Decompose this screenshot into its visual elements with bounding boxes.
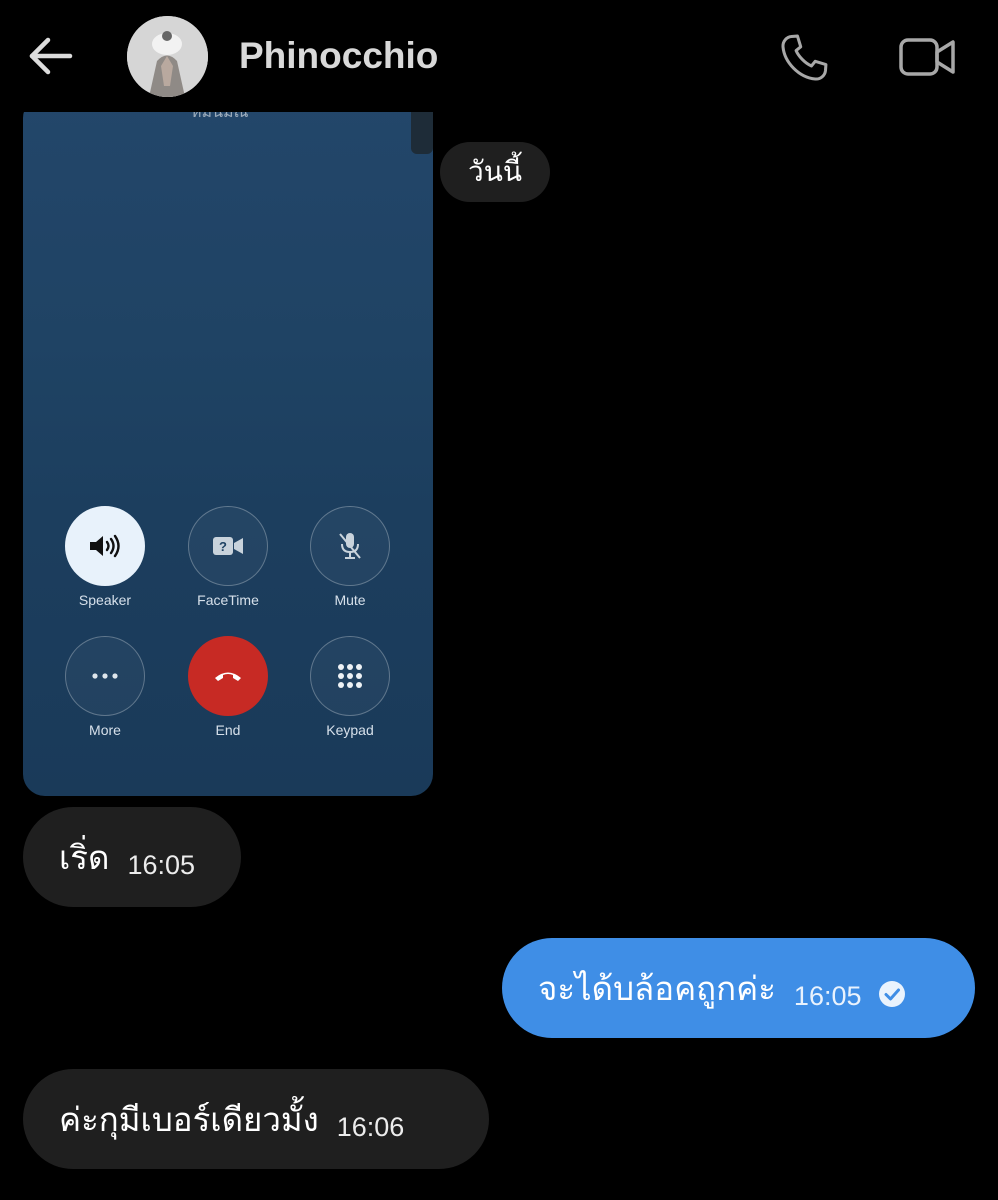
facetime-icon: ? (213, 537, 243, 555)
message-text: ค่ะกุมีเบอร์เดียวมั้ง (59, 1099, 319, 1139)
date-separator: วันนี้ (440, 142, 551, 202)
message-text: จะได้บล้อคถูกค่ะ (538, 968, 776, 1008)
end-call-icon (215, 672, 241, 681)
speaker-icon (90, 534, 120, 558)
back-button[interactable] (26, 34, 74, 78)
end-call-button: End (188, 636, 268, 738)
avatar[interactable] (127, 16, 208, 97)
keypad-button: Keypad (310, 636, 390, 738)
mic-off-icon (339, 533, 361, 559)
message-time: 16:05 (793, 980, 862, 1011)
svg-text:?: ? (219, 539, 227, 554)
message-time: 16:05 (127, 849, 196, 880)
message-bubble-outgoing[interactable]: จะได้บล้อคถูกค่ะ 16:05 (502, 938, 975, 1038)
voice-call-button[interactable] (776, 30, 832, 86)
video-camera-icon (899, 38, 955, 76)
facetime-button: ? FaceTime (188, 506, 268, 608)
more-button: More (65, 636, 145, 738)
arrow-left-icon (29, 37, 73, 75)
chat-header: Phinocchio (0, 0, 998, 112)
speaker-button: Speaker (65, 506, 145, 608)
message-bubble-incoming[interactable]: เริ่ด 16:05 (23, 807, 241, 907)
keypad-icon (338, 664, 362, 688)
read-check-icon (878, 981, 905, 1007)
message-bubble-incoming[interactable]: ค่ะกุมีเบอร์เดียวมั้ง 16:06 (23, 1069, 489, 1169)
phone-icon (781, 34, 828, 81)
call-controls: Speaker ? FaceTime Mute More End Keypad (23, 96, 433, 796)
mute-button: Mute (310, 506, 390, 608)
message-text: เริ่ด (59, 837, 110, 877)
more-icon (92, 673, 118, 679)
shared-image[interactable]: หมั่นมณี Speaker ? FaceTime Mute More En… (23, 96, 433, 796)
video-call-button[interactable] (895, 34, 959, 80)
contact-name[interactable]: Phinocchio (239, 34, 438, 78)
message-time: 16:06 (336, 1111, 405, 1142)
